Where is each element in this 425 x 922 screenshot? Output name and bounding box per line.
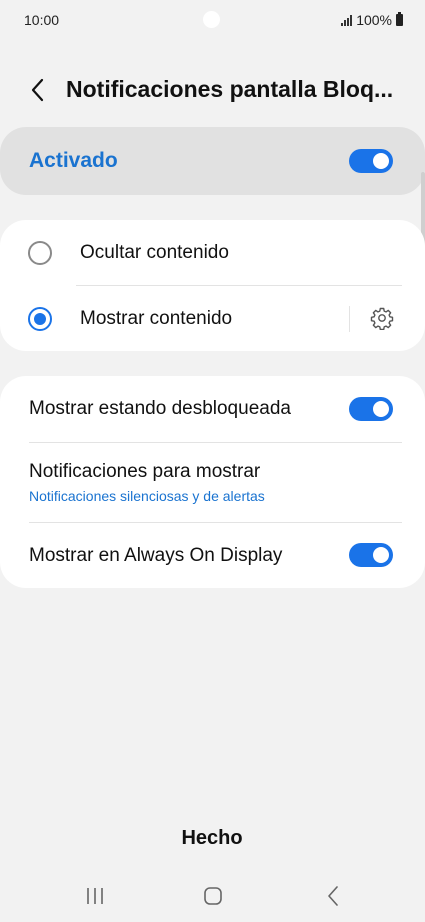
home-icon [204,887,222,905]
battery-percent: 100% [356,12,392,28]
status-bar: 10:00 100% [0,0,425,40]
nav-back-button[interactable] [311,880,355,912]
toggle-knob [371,545,391,565]
status-time: 10:00 [24,12,60,28]
aod-toggle[interactable] [349,543,393,567]
master-toggle[interactable] [349,149,393,173]
setting-show-unlocked[interactable]: Mostrar estando desbloqueada [0,376,425,442]
navigation-bar [0,870,425,922]
setting-summary: Notificaciones silenciosas y de alertas [29,488,265,504]
unlocked-toggle[interactable] [349,397,393,421]
home-button[interactable] [191,880,235,912]
option-show-content[interactable]: Mostrar contenido [0,286,425,351]
setting-label: Mostrar en Always On Display [29,545,283,566]
content-options-card: Ocultar contenido Mostrar contenido [0,220,425,351]
setting-always-on-display[interactable]: Mostrar en Always On Display [0,523,425,588]
app-header: Notificaciones pantalla Bloq... [0,70,425,110]
settings-card: Mostrar estando desbloqueada Notificacio… [0,376,425,588]
option-hide-content[interactable]: Ocultar contenido [0,220,425,285]
settings-button[interactable] [368,304,396,332]
toggle-knob [371,399,391,419]
radio-show-content[interactable] [28,307,52,331]
signal-icon [341,14,353,26]
option-label: Mostrar contenido [80,308,233,329]
page-title: Notificaciones pantalla Bloq... [66,76,394,102]
setting-label: Mostrar estando desbloqueada [29,398,291,419]
setting-notifications-to-show[interactable]: Notificaciones para mostrar Notificacion… [0,443,425,522]
recent-apps-button[interactable] [73,880,117,912]
toggle-knob [371,151,391,171]
recent-apps-icon [87,888,103,904]
master-switch-label: Activado [29,149,118,172]
setting-label: Notificaciones para mostrar [29,461,261,482]
master-switch-row[interactable]: Activado [0,127,425,195]
done-button[interactable]: Hecho [162,822,262,854]
status-indicators: 100% [341,12,403,28]
battery-icon [396,12,403,26]
radio-hide-content[interactable] [28,241,52,265]
option-label: Ocultar contenido [80,242,229,263]
back-icon [328,886,338,906]
front-camera [203,11,220,28]
chevron-left-icon [31,78,44,102]
divider [349,306,350,332]
back-button[interactable] [22,74,54,106]
gear-icon [370,307,394,330]
